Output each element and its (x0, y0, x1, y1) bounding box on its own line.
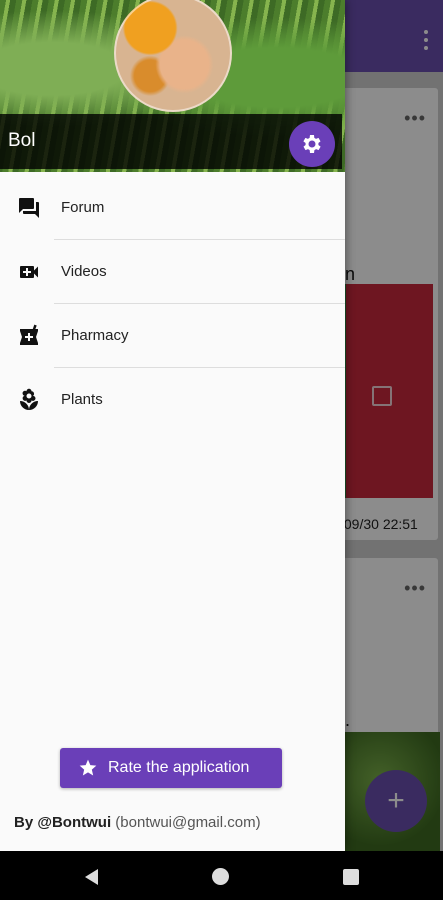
author-handle: By @Bontwui (14, 814, 112, 831)
menu-item-label: Pharmacy (61, 327, 129, 344)
home-icon[interactable] (212, 868, 229, 885)
video-call-icon (20, 266, 38, 278)
back-icon[interactable] (83, 868, 99, 886)
menu-item-pharmacy[interactable]: Pharmacy (0, 304, 345, 368)
star-icon (79, 759, 97, 776)
menu-item-label: Videos (61, 263, 107, 280)
flower-icon (20, 388, 38, 410)
menu-item-plants[interactable]: Plants (0, 368, 345, 432)
drawer-menu: Forum Videos Pharmacy Plants (0, 176, 345, 432)
recents-icon[interactable] (343, 869, 359, 885)
rate-app-button[interactable]: Rate the application (60, 748, 282, 788)
menu-item-label: Plants (61, 391, 103, 408)
settings-button[interactable] (289, 121, 335, 167)
rate-app-label: Rate the application (108, 759, 250, 776)
system-nav-bar (0, 851, 443, 900)
forum-icon (19, 198, 39, 218)
drawer-header: Bol (0, 0, 345, 172)
author-email: (bontwui@gmail.com) (115, 814, 261, 831)
user-name: Bol (8, 130, 36, 151)
menu-item-label: Forum (61, 199, 105, 216)
menu-item-videos[interactable]: Videos (0, 240, 345, 304)
profile-photo (114, 0, 232, 112)
menu-item-forum[interactable]: Forum (0, 176, 345, 240)
credits-footer: By @Bontwui (bontwui@gmail.com) (14, 814, 261, 831)
pharmacy-icon (20, 324, 38, 345)
navigation-drawer: Bol Forum Videos Pharmacy Plants Rate th… (0, 0, 345, 851)
gear-icon (303, 135, 321, 153)
